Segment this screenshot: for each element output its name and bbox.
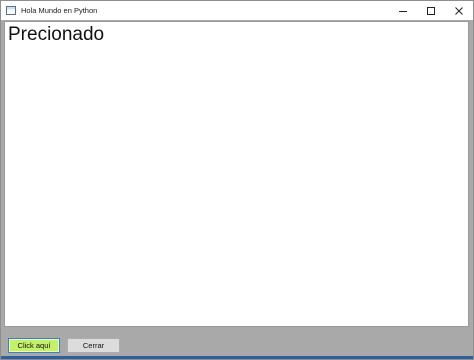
maximize-icon: [427, 6, 435, 15]
minimize-button[interactable]: [389, 1, 417, 20]
status-label: Precionado: [8, 24, 105, 45]
app-window: Hola Mundo en Python Precionado Click aq…: [0, 0, 474, 360]
title-bar[interactable]: Hola Mundo en Python: [1, 1, 473, 20]
window-title: Hola Mundo en Python: [21, 6, 98, 15]
window-app-icon: [6, 6, 16, 15]
click-button[interactable]: Click aquí: [8, 338, 60, 353]
taskbar-edge: [1, 356, 473, 359]
maximize-button[interactable]: [417, 1, 445, 20]
close-button[interactable]: [445, 1, 473, 20]
close-icon: [455, 6, 463, 15]
close-app-button[interactable]: Cerrar: [67, 338, 120, 353]
content-panel: Precionado: [4, 21, 469, 327]
window-controls: [389, 1, 473, 20]
minimize-icon: [399, 10, 407, 12]
